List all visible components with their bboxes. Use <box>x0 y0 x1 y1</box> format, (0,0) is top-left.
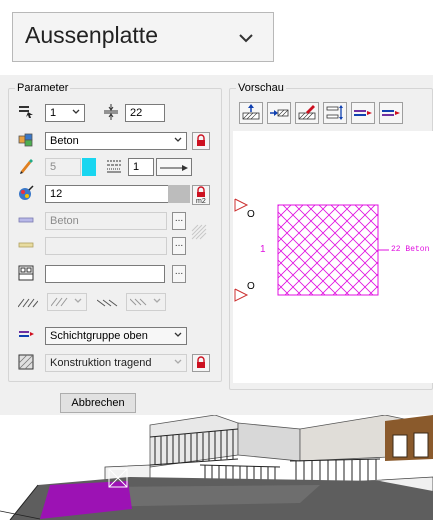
line-weight-select[interactable] <box>156 158 192 176</box>
chevron-down-icon <box>74 298 82 303</box>
thickness-input[interactable]: 22 <box>125 104 165 122</box>
material-icon <box>18 133 33 147</box>
bottom-marker-icon <box>234 288 249 302</box>
material-value: Beton <box>50 135 79 147</box>
chevron-down-icon <box>174 359 182 364</box>
hatch-browse-button[interactable]: ... <box>172 237 186 255</box>
layer-up-icon <box>242 104 260 120</box>
layer-group-icon <box>19 331 34 337</box>
hatch-alt-style-icon <box>97 299 118 307</box>
construction-select[interactable]: Konstruktion tragend <box>45 354 187 372</box>
linetype-value: 1 <box>133 161 140 173</box>
cancel-button[interactable]: Abbrechen <box>60 393 136 413</box>
construction-icon <box>18 354 34 370</box>
layer-swap-icon <box>326 105 343 120</box>
layer-select-value: 1 <box>50 107 57 119</box>
layer-group-value: Schichtgruppe oben <box>50 330 148 342</box>
fill-color-swatch[interactable] <box>168 185 190 203</box>
thickness-icon <box>104 104 118 120</box>
construction-lock-button[interactable] <box>192 354 210 372</box>
preview-group-up-button[interactable] <box>351 102 375 124</box>
pen-icon <box>20 159 33 174</box>
material-lock-button[interactable] <box>192 132 210 150</box>
fill-input[interactable]: 12 <box>45 185 185 203</box>
surface-icon <box>18 217 34 223</box>
component-select-value: Aussenplatte <box>25 22 158 48</box>
hatch-style-icon <box>18 298 38 308</box>
layer-select[interactable]: 1 <box>45 104 85 122</box>
model-viewport <box>0 415 433 520</box>
pen-color-swatch[interactable] <box>82 158 96 176</box>
chevron-down-icon <box>174 137 182 142</box>
preview-right-label: 22 Beton <box>391 245 430 254</box>
lock-icon <box>197 134 205 146</box>
fill-lock-button[interactable]: m2 <box>192 185 210 205</box>
svg-text:O: O <box>247 209 255 220</box>
line-weight-icon <box>160 165 188 171</box>
pattern-icon <box>18 265 34 281</box>
hatch-icon <box>18 242 34 248</box>
surface-browse-button[interactable]: ... <box>172 212 186 230</box>
hatch-select[interactable] <box>45 237 167 255</box>
hatch-alt-style-select[interactable] <box>126 293 166 311</box>
preview-left-label: 1 <box>260 244 266 255</box>
preview-canvas: O O 1 22 Beton <box>233 131 433 383</box>
layer-preview-drawing: O O <box>234 198 389 302</box>
surface-select[interactable]: Beton <box>45 212 167 230</box>
preview-swap-button[interactable] <box>323 102 347 124</box>
layer-hatch-rect <box>277 204 379 296</box>
pattern-browse-button[interactable]: ... <box>172 265 186 283</box>
top-marker-icon <box>234 198 249 212</box>
component-select[interactable]: Aussenplatte <box>12 12 274 62</box>
construction-value: Konstruktion tragend <box>50 357 152 369</box>
thickness-value: 22 <box>130 107 143 119</box>
preview-top-button[interactable] <box>239 102 263 124</box>
hatch-style-preview-icon <box>51 297 68 307</box>
pen-value: 5 <box>50 161 57 173</box>
svg-text:m2: m2 <box>196 198 206 204</box>
preview-legend: Vorschau <box>238 82 284 94</box>
chevron-down-icon <box>239 34 253 43</box>
lock-area-icon: m2 <box>196 186 206 204</box>
chevron-down-icon <box>174 332 182 337</box>
pen-input[interactable]: 5 <box>45 158 81 176</box>
preview-insert-button[interactable] <box>267 102 291 124</box>
lock-icon <box>197 356 205 368</box>
linetype-icon <box>107 160 121 173</box>
layer-icon <box>19 106 33 118</box>
hatch-disabled-icon <box>191 224 207 240</box>
layer-group-down-icon <box>382 110 400 116</box>
surface-value: Beton <box>50 215 79 227</box>
layer-group-up-icon <box>354 110 372 116</box>
preview-edit-button[interactable] <box>295 102 319 124</box>
svg-text:O: O <box>247 281 255 292</box>
dialog-panel: Parameter 1 22 Beton 5 1 12 m2 Beton ...… <box>0 75 433 415</box>
parameter-legend: Parameter <box>17 82 69 94</box>
chevron-down-icon <box>153 298 161 303</box>
chevron-down-icon <box>72 109 80 114</box>
hatch-style-select[interactable] <box>47 293 87 311</box>
hatch-alt-style-preview-icon <box>130 298 147 306</box>
building-model-view <box>0 415 433 520</box>
material-select[interactable]: Beton <box>45 132 187 150</box>
layer-edit-icon <box>298 105 316 120</box>
pattern-input[interactable] <box>45 265 165 283</box>
preview-group-down-button[interactable] <box>379 102 403 124</box>
fill-icon <box>19 185 34 200</box>
layer-insert-icon <box>270 109 289 117</box>
linetype-input[interactable]: 1 <box>128 158 154 176</box>
layer-group-select[interactable]: Schichtgruppe oben <box>45 327 187 345</box>
fill-value: 12 <box>50 188 63 200</box>
